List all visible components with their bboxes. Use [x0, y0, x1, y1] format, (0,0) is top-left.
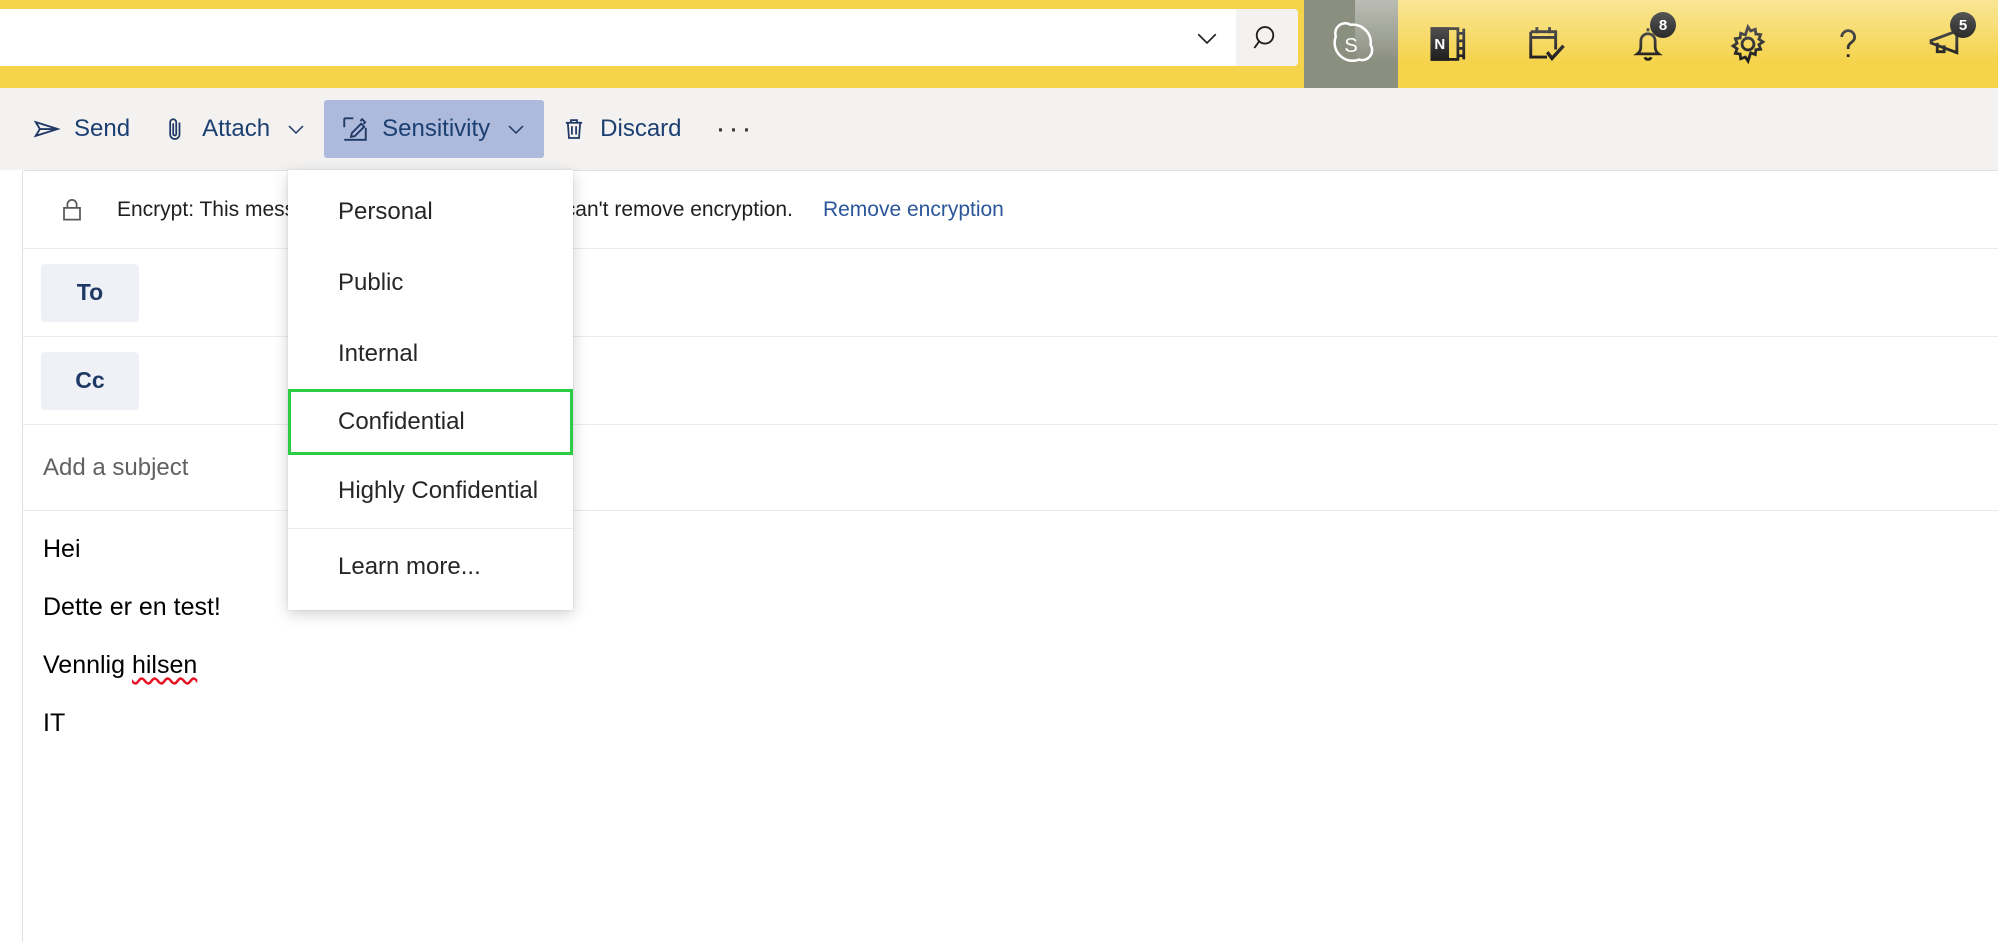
more-options-button[interactable]: ···: [698, 100, 773, 158]
send-button[interactable]: Send: [16, 100, 146, 158]
question-icon[interactable]: [1798, 0, 1898, 88]
svg-text:N: N: [1434, 36, 1445, 53]
bell-icon[interactable]: 8: [1598, 0, 1698, 88]
sensitivity-dropdown-menu: Personal Public Internal Confidential Hi…: [288, 170, 573, 610]
menu-item-learn-more[interactable]: Learn more...: [288, 531, 573, 602]
attach-chevron-down-icon[interactable]: [284, 117, 308, 141]
sensitivity-label: Sensitivity: [382, 115, 491, 142]
sensitivity-chevron-down-icon[interactable]: [504, 117, 528, 141]
menu-item-internal[interactable]: Internal: [288, 318, 573, 389]
body-line: IT: [43, 711, 1998, 736]
attach-label: Attach: [202, 115, 271, 142]
misspelled-word: hilsen: [131, 651, 198, 679]
menu-item-highly-confidential[interactable]: Highly Confidential: [288, 455, 573, 526]
body-line: Vennlig hilsen: [43, 653, 1998, 678]
search-icon[interactable]: [1236, 9, 1298, 66]
body-text: Dette er en test!: [43, 593, 221, 621]
menu-item-public[interactable]: Public: [288, 247, 573, 318]
top-app-bar: S N 8 5: [0, 0, 1998, 88]
remove-encryption-link[interactable]: Remove encryption: [823, 198, 1004, 222]
cc-chip[interactable]: Cc: [41, 351, 139, 410]
lock-icon: [57, 195, 87, 225]
onenote-icon[interactable]: N: [1398, 0, 1498, 88]
discard-label: Discard: [600, 115, 682, 142]
menu-divider: [288, 528, 573, 529]
compose-command-toolbar: Send Attach Sensitivity Discard ···: [0, 88, 1998, 170]
sensitivity-button[interactable]: Sensitivity: [324, 100, 545, 158]
send-label: Send: [74, 115, 131, 142]
body-text: Vennlig: [43, 651, 132, 679]
svg-text:S: S: [1344, 35, 1357, 57]
attach-button[interactable]: Attach: [146, 100, 324, 158]
bell-badge: 8: [1650, 12, 1676, 38]
megaphone-badge: 5: [1950, 12, 1976, 38]
body-text: Hei: [43, 535, 81, 563]
menu-item-confidential[interactable]: Confidential: [288, 389, 573, 455]
search-scope-chevron-icon[interactable]: [1178, 9, 1236, 66]
discard-button[interactable]: Discard: [544, 100, 697, 158]
to-chip[interactable]: To: [41, 263, 139, 322]
gear-icon[interactable]: [1698, 0, 1798, 88]
app-icon-strip: N 8 5: [1398, 0, 1998, 88]
tasks-calendar-icon[interactable]: [1498, 0, 1598, 88]
search-input[interactable]: [0, 9, 1178, 66]
body-text: IT: [43, 709, 66, 737]
search-box[interactable]: [0, 9, 1298, 66]
skype-icon[interactable]: S: [1304, 0, 1398, 88]
megaphone-icon[interactable]: 5: [1898, 0, 1998, 88]
search-zone: [0, 0, 1304, 88]
menu-item-personal[interactable]: Personal: [288, 176, 573, 247]
